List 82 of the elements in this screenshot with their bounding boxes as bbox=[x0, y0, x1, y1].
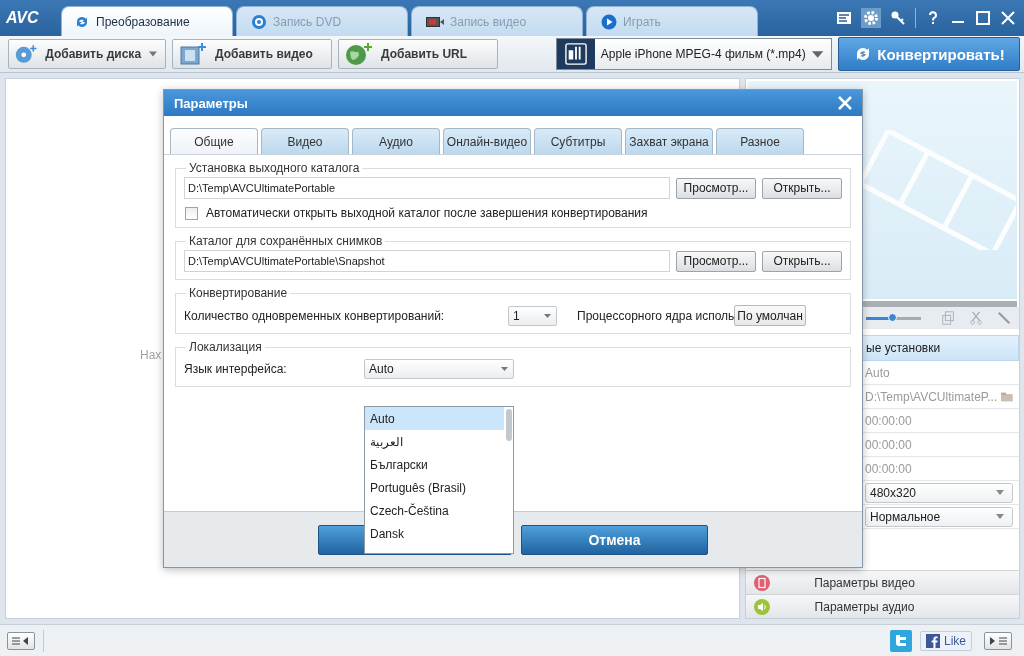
value-text: 00:00:00 bbox=[865, 461, 913, 476]
count-dropdown[interactable]: 1 bbox=[508, 305, 557, 326]
section-header[interactable]: Параметры видео bbox=[746, 570, 1019, 594]
add-button[interactable]: Добавить видео bbox=[172, 39, 332, 69]
field-label: Количество одновременных конвертирований: bbox=[184, 308, 446, 323]
device-icon bbox=[557, 39, 595, 69]
scrollbar-thumb[interactable] bbox=[506, 409, 512, 441]
film-plus-icon bbox=[179, 42, 207, 66]
dialog-tab[interactable]: Аудио bbox=[352, 128, 440, 154]
language-option[interactable]: العربية bbox=[365, 430, 504, 453]
value-dropdown[interactable]: Нормальное bbox=[865, 506, 1013, 527]
value-text: Auto bbox=[865, 365, 891, 380]
group-title: Локализация bbox=[188, 340, 263, 354]
folder-icon[interactable] bbox=[1001, 390, 1013, 403]
dialog-tab[interactable]: Видео bbox=[261, 128, 349, 154]
group-title: Конвертирование bbox=[188, 286, 289, 300]
group-title: Установка выходного каталога bbox=[188, 161, 361, 175]
value-text: 00:00:00 bbox=[865, 413, 913, 428]
dialog-tab[interactable]: Захват экрана bbox=[625, 128, 713, 154]
f-letter-icon bbox=[926, 633, 940, 648]
hint-text: Нах bbox=[140, 347, 162, 362]
bird-icon[interactable] bbox=[890, 629, 912, 652]
section-header[interactable]: Параметры аудио bbox=[746, 594, 1019, 618]
play-icon bbox=[601, 13, 617, 30]
close-icon[interactable] bbox=[838, 96, 852, 110]
like-button[interactable]: Like bbox=[920, 630, 972, 651]
value-text: D:\Temp\AVCUltimateP... bbox=[865, 389, 998, 404]
browse-button[interactable]: Просмотр... bbox=[676, 250, 756, 272]
path-field[interactable]: D:\Temp\AVCUltimatePortable\Snapshot bbox=[184, 250, 670, 272]
caret-icon bbox=[149, 51, 157, 57]
caret-icon bbox=[996, 514, 1004, 519]
dialog-title: Параметры bbox=[174, 95, 248, 111]
language-option[interactable]: Português (Brasil) bbox=[365, 476, 504, 499]
field-label: Язык интерфейса: bbox=[184, 362, 288, 376]
disc-icon bbox=[251, 13, 267, 30]
open-button[interactable]: Открыть... bbox=[762, 250, 842, 272]
field-label: Процессорного ядра исполь bbox=[577, 308, 735, 323]
settings-icon[interactable] bbox=[861, 8, 881, 28]
language-dropdown[interactable]: Auto bbox=[364, 359, 514, 379]
open-button[interactable]: Открыть... bbox=[762, 177, 842, 199]
caret-icon bbox=[996, 490, 1004, 495]
zoom-slider[interactable] bbox=[866, 316, 921, 320]
checkbox[interactable] bbox=[185, 206, 198, 220]
language-option[interactable]: Dansk bbox=[365, 522, 504, 545]
key-icon[interactable] bbox=[890, 10, 906, 26]
header-text: ые установки bbox=[866, 341, 941, 355]
close-icon[interactable] bbox=[1000, 10, 1016, 26]
caret-icon bbox=[501, 367, 508, 371]
language-option[interactable]: Czech-Čeština bbox=[365, 499, 504, 522]
copy-icon[interactable] bbox=[940, 310, 955, 326]
add-button[interactable]: Добавить URL bbox=[338, 39, 498, 69]
speaker-icon bbox=[754, 598, 770, 615]
caret-icon bbox=[811, 50, 823, 58]
browse-button[interactable]: Просмотр... bbox=[676, 177, 756, 199]
globe-plus-icon bbox=[345, 42, 373, 66]
toggle-panel-button[interactable] bbox=[7, 631, 35, 650]
cores-dropdown[interactable]: По умолчан bbox=[734, 305, 806, 326]
app-logo: AVC bbox=[6, 9, 40, 27]
value-dropdown[interactable]: 480x320 bbox=[865, 482, 1013, 503]
maximize-icon[interactable] bbox=[975, 10, 991, 26]
disc-plus-icon bbox=[15, 42, 38, 66]
list-icon[interactable] bbox=[836, 10, 852, 26]
checkbox-label: Автоматически открыть выходной каталог после завершения конвертирования bbox=[206, 206, 648, 220]
scissors-icon[interactable] bbox=[968, 310, 983, 326]
dialog-tab[interactable]: Онлайн-видео bbox=[443, 128, 531, 154]
cancel-button[interactable]: Отмена bbox=[521, 524, 708, 555]
language-option[interactable]: Auto bbox=[365, 407, 504, 430]
profile-dropdown[interactable]: Apple iPhone MPEG-4 фильм (*.mp4) bbox=[556, 38, 832, 70]
dialog-tab[interactable]: Разное bbox=[716, 128, 804, 154]
caret-icon bbox=[544, 313, 551, 318]
add-button[interactable]: Добавить диска bbox=[8, 39, 166, 69]
main-tab[interactable]: Преобразование bbox=[61, 6, 233, 36]
camera-icon bbox=[426, 15, 444, 28]
film-icon bbox=[754, 574, 770, 591]
language-option[interactable]: Български bbox=[365, 453, 504, 476]
path-field[interactable]: D:\Temp\AVCUltimatePortable bbox=[184, 177, 670, 199]
group-title: Каталог для сохранённых снимков bbox=[188, 234, 384, 248]
slider-thumb[interactable] bbox=[888, 312, 898, 322]
dialog-tab[interactable]: Субтитры bbox=[534, 128, 622, 154]
dialog-tab[interactable]: Общие bbox=[170, 128, 258, 154]
value-text: 00:00:00 bbox=[865, 437, 913, 452]
player-toggle-button[interactable] bbox=[984, 631, 1012, 650]
